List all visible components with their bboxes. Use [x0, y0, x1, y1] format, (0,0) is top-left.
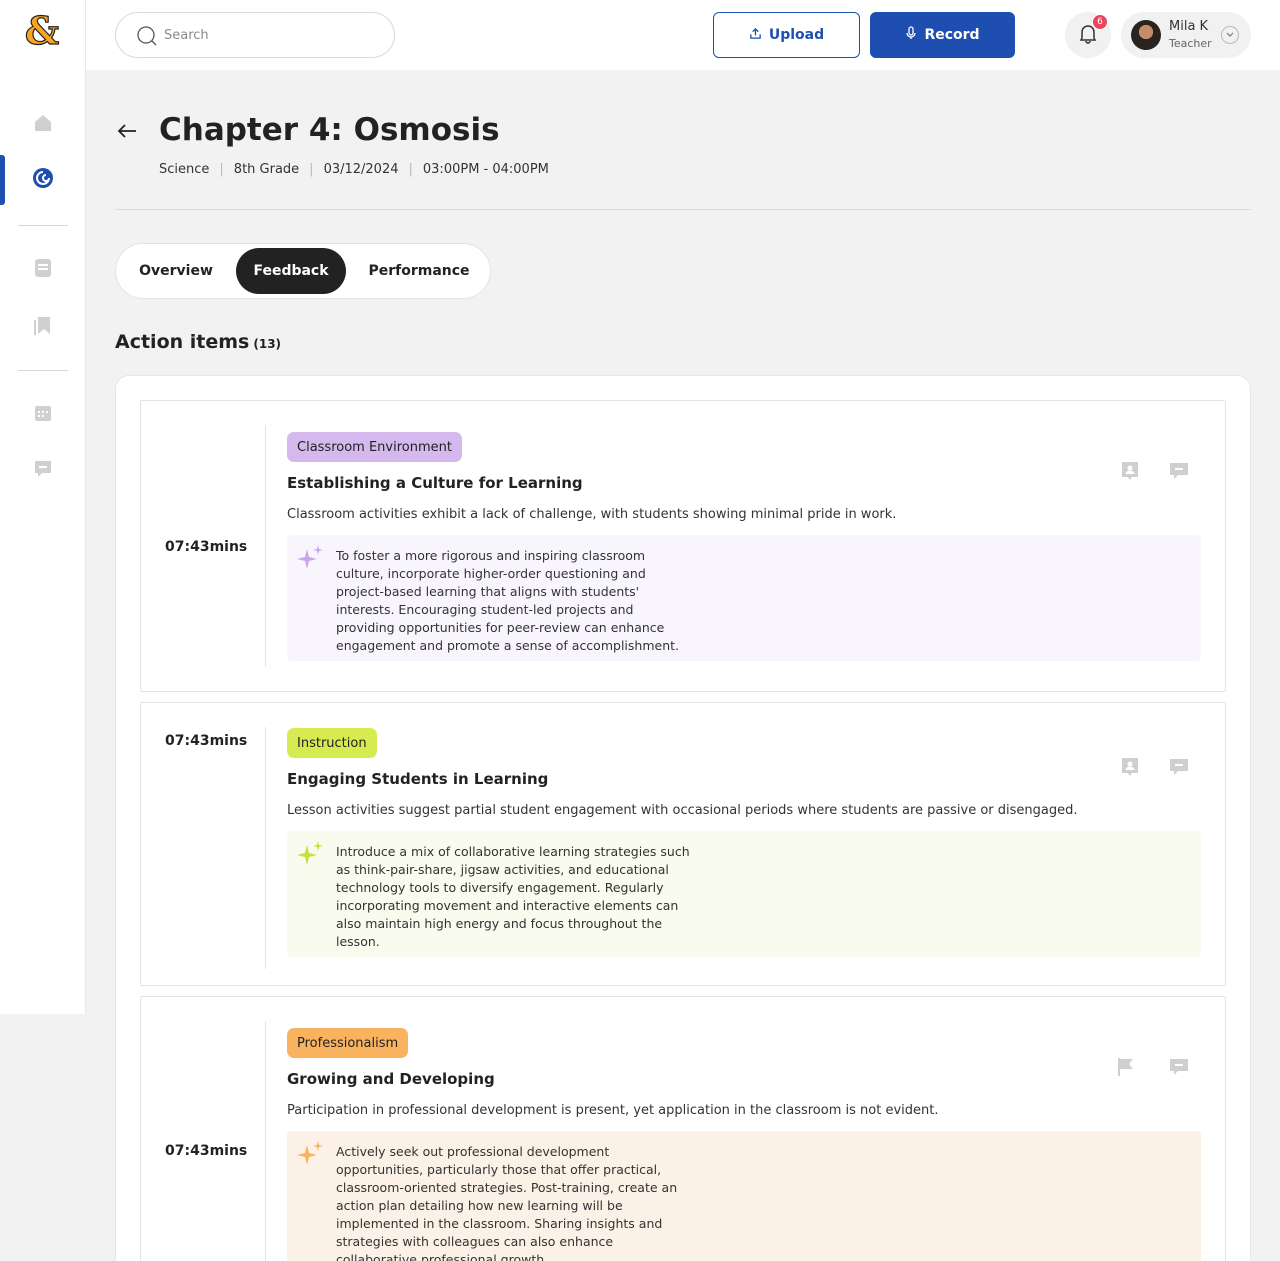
- profile-menu[interactable]: Mila K Teacher: [1121, 12, 1251, 58]
- sidebar-divider: [18, 225, 68, 226]
- sidebar-divider: [18, 370, 68, 371]
- user-badge-icon: [1120, 756, 1140, 782]
- timestamp[interactable]: 07:43mins: [165, 1143, 247, 1159]
- notification-count-badge: 6: [1092, 14, 1108, 30]
- sidebar-item-bookmarks[interactable]: [0, 302, 86, 352]
- ampersand-logo[interactable]: &: [22, 7, 62, 53]
- card-divider: [265, 1021, 266, 1261]
- upload-label: Upload: [768, 27, 825, 43]
- sidebar: &: [0, 0, 86, 1014]
- action-items-heading: Action items (13): [115, 331, 281, 353]
- assign-student-button[interactable]: [1118, 757, 1142, 781]
- category-tag: Instruction: [287, 728, 377, 758]
- item-description: Lesson activities suggest partial studen…: [287, 803, 1078, 818]
- record-label: Record: [924, 27, 980, 43]
- tab-overview[interactable]: Overview: [121, 248, 231, 294]
- comment-icon: [1168, 1057, 1190, 1081]
- calendar-icon: [32, 402, 54, 428]
- tab-feedback[interactable]: Feedback: [236, 248, 346, 294]
- comment-button[interactable]: [1167, 757, 1191, 781]
- comment-button[interactable]: [1167, 1057, 1191, 1081]
- sidebar-item-home[interactable]: [0, 100, 86, 150]
- search-bar[interactable]: [115, 12, 395, 58]
- meta-subject: Science: [159, 162, 210, 177]
- item-description: Participation in professional developmen…: [287, 1103, 939, 1118]
- tab-bar: Overview Feedback Performance: [115, 243, 491, 299]
- record-button[interactable]: Record: [870, 12, 1015, 58]
- comment-icon: [1168, 757, 1190, 781]
- ai-suggestion-box: Introduce a mix of collaborative learnin…: [287, 831, 1201, 957]
- sparkle-icon: [295, 543, 325, 577]
- action-item-card: 07:43mins Classroom Environment Establis…: [140, 400, 1226, 692]
- notifications-button[interactable]: 6: [1065, 12, 1111, 58]
- sidebar-item-sessions[interactable]: [0, 155, 86, 205]
- sidebar-item-documents[interactable]: [0, 245, 86, 295]
- user-role: Teacher: [1169, 37, 1212, 50]
- top-header: Upload Record 6 Mila K Teacher: [86, 0, 1280, 70]
- sparkle-icon: [295, 839, 325, 873]
- action-items-count: (13): [253, 337, 282, 351]
- item-title: Engaging Students in Learning: [287, 770, 549, 788]
- avatar: [1131, 20, 1161, 50]
- page-title: Chapter 4: Osmosis: [159, 112, 500, 148]
- ai-suggestion-box: To foster a more rigorous and inspiring …: [287, 535, 1201, 661]
- chat-icon: [32, 457, 54, 483]
- comment-button[interactable]: [1167, 461, 1191, 485]
- swirl-icon: [31, 166, 55, 194]
- svg-text:&: &: [25, 12, 59, 52]
- item-description: Classroom activities exhibit a lack of c…: [287, 507, 897, 522]
- meta-separator: |: [219, 162, 224, 177]
- suggestion-text: To foster a more rigorous and inspiring …: [336, 548, 679, 653]
- item-title: Growing and Developing: [287, 1070, 495, 1088]
- assign-student-button[interactable]: [1118, 461, 1142, 485]
- comment-icon: [1168, 461, 1190, 485]
- category-tag: Classroom Environment: [287, 432, 462, 462]
- item-title: Establishing a Culture for Learning: [287, 474, 583, 492]
- chevron-down-icon[interactable]: [1221, 26, 1239, 44]
- bookmark-icon: [32, 314, 54, 340]
- card-divider: [265, 727, 266, 969]
- search-input[interactable]: [164, 27, 364, 43]
- microphone-icon: [905, 26, 917, 44]
- action-item-card: 07:43mins Professionalism Growing and De…: [140, 996, 1226, 1261]
- user-badge-icon: [1120, 460, 1140, 486]
- meta-separator: |: [309, 162, 314, 177]
- meta-grade: 8th Grade: [233, 162, 300, 177]
- action-item-card: 07:43mins Instruction Engaging Students …: [140, 702, 1226, 986]
- suggestion-text: Actively seek out professional developme…: [336, 1144, 678, 1261]
- category-tag: Professionalism: [287, 1028, 409, 1058]
- flag-icon: [1116, 1056, 1136, 1082]
- sidebar-item-messages[interactable]: [0, 445, 86, 495]
- timestamp[interactable]: 07:43mins: [165, 539, 247, 555]
- flag-button[interactable]: [1114, 1057, 1138, 1081]
- home-icon: [32, 112, 54, 138]
- tab-performance[interactable]: Performance: [351, 248, 487, 294]
- card-divider: [265, 425, 266, 667]
- ai-suggestion-box: Actively seek out professional developme…: [287, 1131, 1201, 1261]
- action-items-title: Action items: [115, 331, 250, 353]
- document-icon: [32, 257, 54, 283]
- lesson-meta: Science | 8th Grade | 03/12/2024 | 03:00…: [159, 162, 549, 177]
- sidebar-item-calendar[interactable]: [0, 390, 86, 440]
- upload-icon: [749, 27, 762, 44]
- user-name: Mila K: [1169, 19, 1209, 34]
- search-icon: [136, 25, 158, 51]
- title-divider: [115, 209, 1251, 210]
- suggestion-text: Introduce a mix of collaborative learnin…: [336, 844, 690, 949]
- meta-separator: |: [408, 162, 413, 177]
- meta-date: 03/12/2024: [323, 162, 399, 177]
- meta-time: 03:00PM - 04:00PM: [422, 162, 549, 177]
- upload-button[interactable]: Upload: [713, 12, 860, 58]
- back-arrow-icon[interactable]: [116, 120, 138, 146]
- sparkle-icon: [295, 1139, 325, 1173]
- timestamp[interactable]: 07:43mins: [165, 733, 247, 749]
